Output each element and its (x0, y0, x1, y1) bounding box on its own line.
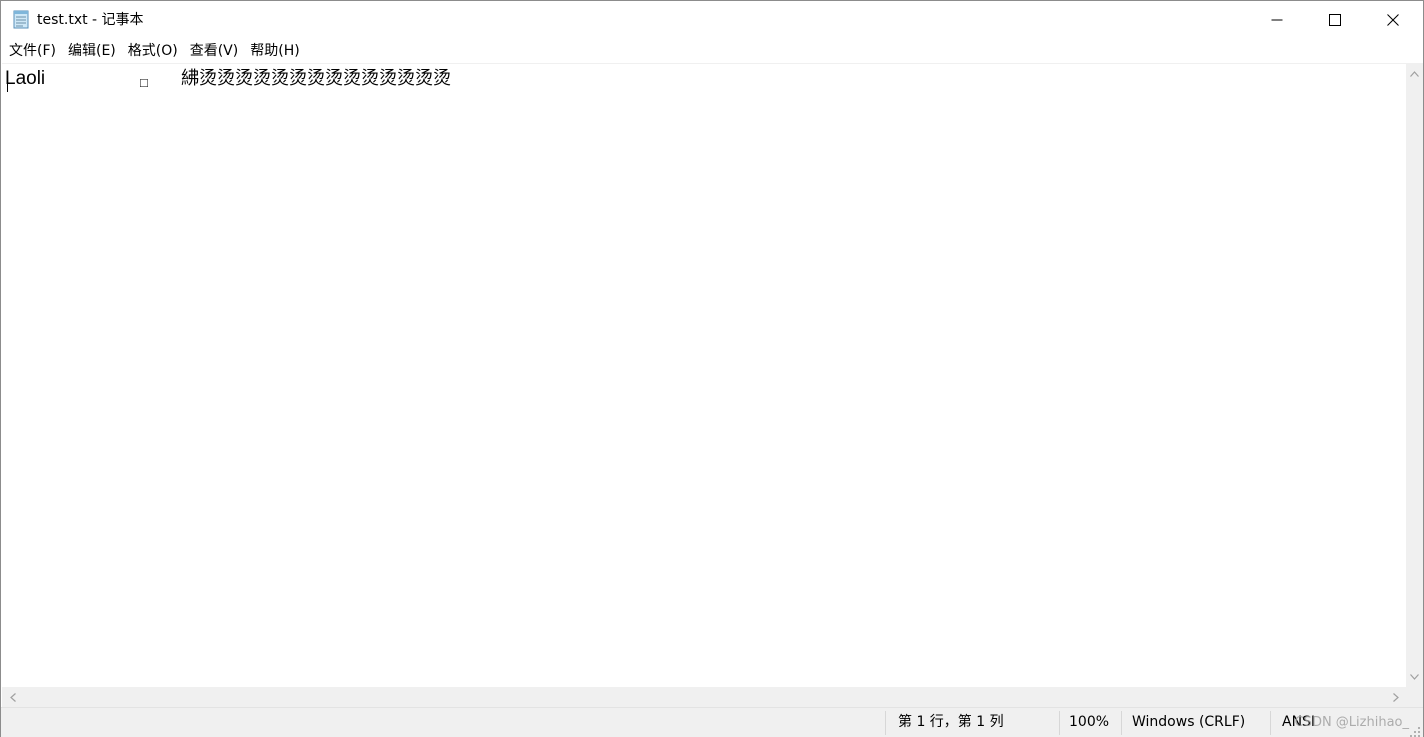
menu-edit[interactable]: 编辑(E) (62, 40, 122, 62)
notepad-icon (11, 9, 31, 29)
status-line-ending: Windows (CRLF) (1132, 714, 1246, 730)
scroll-left-icon[interactable] (4, 687, 21, 707)
maximize-icon (1329, 11, 1341, 30)
scroll-up-icon[interactable] (1406, 65, 1423, 82)
close-button[interactable] (1363, 1, 1423, 39)
window-title: test.txt - 记事本 (37, 12, 144, 28)
text-segment-box: □ (140, 75, 148, 90)
scroll-down-icon[interactable] (1406, 668, 1423, 685)
maximize-button[interactable] (1305, 1, 1365, 39)
title-bar[interactable]: test.txt - 记事本 (1, 1, 1423, 39)
minimize-button[interactable] (1247, 1, 1307, 39)
resize-grip-icon[interactable] (1409, 723, 1421, 737)
close-icon (1387, 11, 1399, 30)
watermark: CSDN @Lizhihao_ (1294, 715, 1409, 730)
text-segment-garbled: 紼烫烫烫烫烫烫烫烫烫烫烫烫烫烫 (181, 68, 451, 89)
horizontal-scrollbar[interactable] (2, 687, 1406, 707)
menu-file[interactable]: 文件(F) (3, 40, 62, 62)
scroll-right-icon[interactable] (1387, 687, 1404, 707)
minimize-icon (1271, 11, 1283, 30)
scrollbar-corner (1406, 687, 1423, 707)
menu-view[interactable]: 查看(V) (184, 40, 245, 62)
menu-format[interactable]: 格式(O) (122, 40, 184, 62)
menu-bar: 文件(F) 编辑(E) 格式(O) 查看(V) 帮助(H) (1, 39, 1423, 63)
status-zoom: 100% (1069, 714, 1110, 730)
status-bar: 第 1 行，第 1 列 100% Windows (CRLF) ANSI CSD… (1, 707, 1423, 737)
text-line: Laoli □ 紼烫烫烫烫烫烫烫烫烫烫烫烫烫烫 (5, 67, 451, 211)
notepad-window: test.txt - 记事本 文件(F) 编辑(E) 格式(O) 查看(V) 帮… (0, 0, 1424, 737)
vertical-scrollbar[interactable] (1406, 63, 1423, 687)
text-segment-name: Laoli (5, 68, 46, 89)
menu-help[interactable]: 帮助(H) (244, 40, 305, 62)
status-cursor-position: 第 1 行，第 1 列 (898, 714, 1004, 730)
text-editor[interactable]: Laoli □ 紼烫烫烫烫烫烫烫烫烫烫烫烫烫烫 (2, 63, 1406, 687)
